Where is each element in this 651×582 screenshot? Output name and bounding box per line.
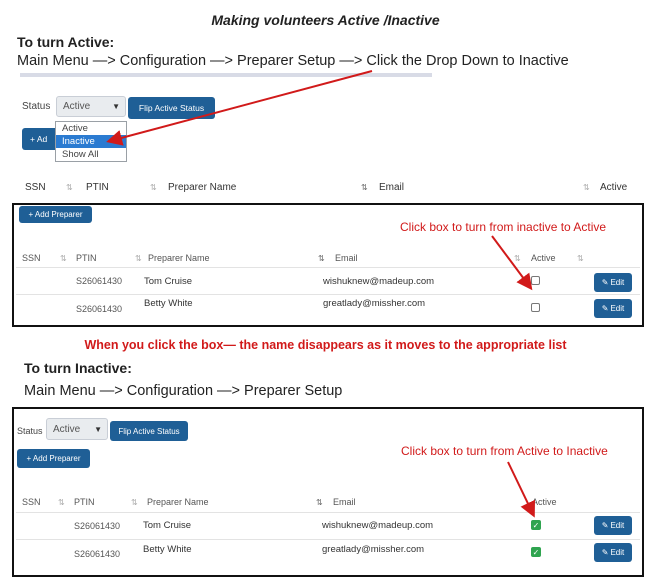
arrow-to-inactive-checkbox [491,235,533,291]
arrow-to-active-checkbox [507,461,536,518]
annotation-arrows [106,70,536,518]
arrow-to-inactive-option [106,70,373,146]
